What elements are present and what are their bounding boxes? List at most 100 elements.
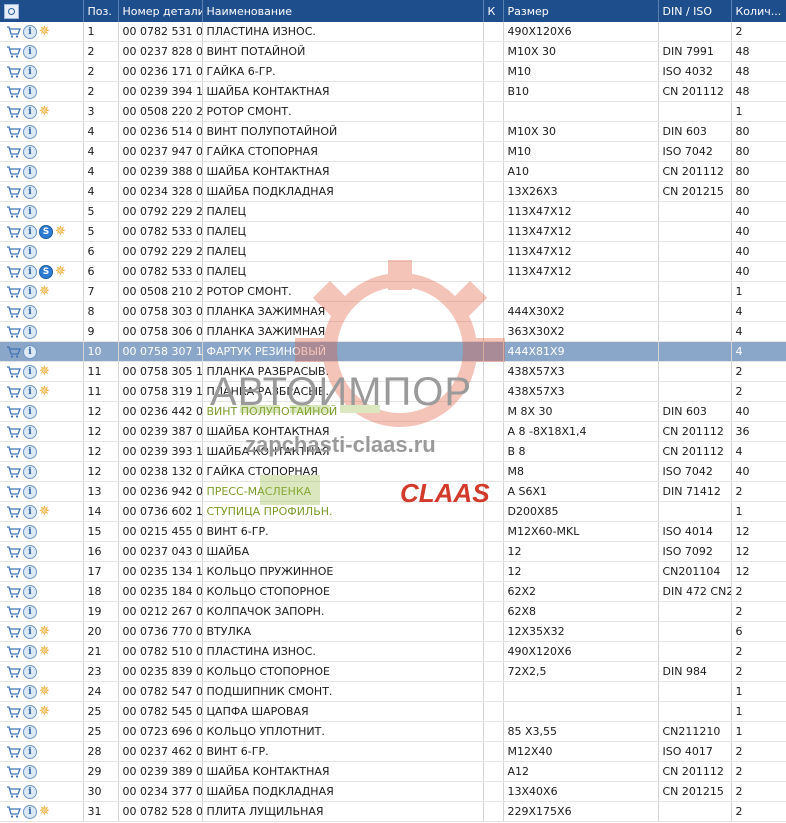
info-icon[interactable]: i: [23, 744, 37, 759]
cart-icon[interactable]: [6, 605, 21, 618]
table-row[interactable]: i ✵ 1 00 0782 531 0 ПЛАСТИНА ИЗНОС. 490X120X6…: [0, 22, 786, 42]
cart-icon[interactable]: [6, 785, 21, 798]
table-row[interactable]: i 9 00 0758 306 0 ПЛАНКА ЗАЖИМНАЯ 363X30X2 4: [0, 321, 786, 342]
cart-icon[interactable]: [6, 205, 21, 218]
table-row[interactable]: i 19 00 0212 267 0 КОЛПАЧОК ЗАПОРН. 62X8 2: [0, 601, 786, 622]
cart-icon[interactable]: [6, 305, 21, 318]
table-row[interactable]: i S ✵ 6 00 0782 533 0 ПАЛЕЦ 113X47X12 40: [0, 261, 786, 282]
cart-icon[interactable]: [6, 185, 21, 198]
info-icon[interactable]: i: [23, 684, 37, 699]
info-icon[interactable]: i: [23, 244, 37, 259]
info-icon[interactable]: i: [23, 604, 37, 619]
info-icon[interactable]: i: [23, 504, 37, 519]
table-row[interactable]: i 2 00 0236 171 0 ГАЙКА 6-ГР. M10 ISO 4032 48: [0, 61, 786, 82]
header-name[interactable]: Наименование: [202, 0, 484, 22]
info-icon[interactable]: i: [23, 544, 37, 559]
cart-icon[interactable]: [6, 65, 21, 78]
table-row[interactable]: i ✵ 20 00 0736 770 0 ВТУЛКА 12X35X32 6: [0, 621, 786, 642]
info-icon[interactable]: i: [23, 344, 37, 359]
info-icon[interactable]: i: [23, 164, 37, 179]
table-row[interactable]: i ✵ 24 00 0782 547 0 ПОДШИПНИК СМОНТ. 1: [0, 681, 786, 702]
info-icon[interactable]: i: [23, 404, 37, 419]
table-row[interactable]: i 8 00 0758 303 0 ПЛАНКА ЗАЖИМНАЯ 444X30X2 4: [0, 301, 786, 322]
info-icon[interactable]: i: [23, 784, 37, 799]
header-icons[interactable]: [0, 0, 84, 22]
table-row[interactable]: i 28 00 0237 462 0 ВИНТ 6-ГР. M12X40 ISO 4017…: [0, 741, 786, 762]
info-icon[interactable]: i: [23, 444, 37, 459]
cart-icon[interactable]: [6, 245, 21, 258]
s-badge-icon[interactable]: S: [39, 224, 53, 239]
table-row[interactable]: i 4 00 0239 388 0 ШАЙБА КОНТАКТНАЯ A10 CN 201…: [0, 161, 786, 182]
cart-icon[interactable]: [6, 425, 21, 438]
cart-icon[interactable]: [6, 325, 21, 338]
cart-icon[interactable]: [6, 585, 21, 598]
table-row[interactable]: i 29 00 0239 389 0 ШАЙБА КОНТАКТНАЯ A12 CN 20…: [0, 761, 786, 782]
info-icon[interactable]: i: [23, 364, 37, 379]
info-icon[interactable]: i: [23, 184, 37, 199]
table-row[interactable]: i 10 00 0758 307 1 ФАРТУК РЕЗИНОВЫЙ 444X81X9…: [0, 341, 786, 362]
info-icon[interactable]: i: [23, 664, 37, 679]
cart-icon[interactable]: [6, 345, 21, 358]
info-icon[interactable]: i: [23, 724, 37, 739]
table-row[interactable]: i 25 00 0723 696 0 КОЛЬЦО УПЛОТНИТ. 85 X3,55…: [0, 721, 786, 742]
cart-icon[interactable]: [6, 45, 21, 58]
cart-icon[interactable]: [6, 645, 21, 658]
info-icon[interactable]: i: [23, 204, 37, 219]
cart-icon[interactable]: [6, 285, 21, 298]
cart-icon[interactable]: [6, 225, 21, 238]
info-icon[interactable]: i: [23, 264, 37, 279]
table-row[interactable]: i 4 00 0236 514 0 ВИНТ ПОЛУПОТАЙНОЙ M10X 30 D…: [0, 121, 786, 142]
table-row[interactable]: i 4 00 0234 328 0 ШАЙБА ПОДКЛАДНАЯ 13X26X3 CN…: [0, 181, 786, 202]
cart-icon[interactable]: [6, 125, 21, 138]
info-icon[interactable]: i: [23, 324, 37, 339]
info-icon[interactable]: i: [23, 144, 37, 159]
table-row[interactable]: i 6 00 0792 229 2 ПАЛЕЦ 113X47X12 40: [0, 241, 786, 262]
info-icon[interactable]: i: [23, 584, 37, 599]
cart-icon[interactable]: [6, 765, 21, 778]
cart-icon[interactable]: [6, 545, 21, 558]
cart-icon[interactable]: [6, 805, 21, 818]
table-row[interactable]: i 12 00 0238 132 0 ГАЙКА СТОПОРНАЯ M8 ISO 704…: [0, 461, 786, 482]
info-icon[interactable]: i: [23, 304, 37, 319]
header-pos[interactable]: Поз.: [83, 0, 119, 22]
table-row[interactable]: i 17 00 0235 134 1 КОЛЬЦО ПРУЖИННОЕ 12 CN2011…: [0, 561, 786, 582]
info-icon[interactable]: i: [23, 24, 37, 39]
cart-icon[interactable]: [6, 165, 21, 178]
cart-icon[interactable]: [6, 445, 21, 458]
table-row[interactable]: i 23 00 0235 839 0 КОЛЬЦО СТОПОРНОЕ 72X2,5 DI…: [0, 661, 786, 682]
info-icon[interactable]: i: [23, 104, 37, 119]
info-icon[interactable]: i: [23, 704, 37, 719]
header-k[interactable]: К: [483, 0, 504, 22]
info-icon[interactable]: i: [23, 424, 37, 439]
cart-icon[interactable]: [6, 105, 21, 118]
cart-icon[interactable]: [6, 465, 21, 478]
info-icon[interactable]: i: [23, 64, 37, 79]
cart-icon[interactable]: [6, 665, 21, 678]
cart-icon[interactable]: [6, 505, 21, 518]
table-row[interactable]: i 2 00 0237 828 0 ВИНТ ПОТАЙНОЙ M10X 30 DIN 7…: [0, 41, 786, 62]
table-row[interactable]: i 15 00 0215 455 0 ВИНТ 6-ГР. M12X60-MKL ISO …: [0, 521, 786, 542]
cart-icon[interactable]: [6, 685, 21, 698]
cart-icon[interactable]: [6, 705, 21, 718]
table-row[interactable]: i ✵ 21 00 0782 510 0 ПЛАСТИНА ИЗНОС. 490X120X…: [0, 641, 786, 662]
table-row[interactable]: i 30 00 0234 377 0 ШАЙБА ПОДКЛАДНАЯ 13X40X6 C…: [0, 781, 786, 802]
table-row[interactable]: i S ✵ 5 00 0782 533 0 ПАЛЕЦ 113X47X12 40: [0, 221, 786, 242]
table-row[interactable]: i ✵ 25 00 0782 545 0 ЦАПФА ШАРОВАЯ 1: [0, 701, 786, 722]
cart-icon[interactable]: [6, 405, 21, 418]
info-icon[interactable]: i: [23, 224, 37, 239]
cart-icon[interactable]: [6, 485, 21, 498]
info-icon[interactable]: i: [23, 524, 37, 539]
table-row[interactable]: i ✵ 3 00 0508 220 2 РОТОР СМОНТ. 1: [0, 101, 786, 122]
cart-icon[interactable]: [6, 725, 21, 738]
table-row[interactable]: i ✵ 7 00 0508 210 2 РОТОР СМОНТ. 1: [0, 281, 786, 302]
s-badge-icon[interactable]: S: [39, 264, 53, 279]
table-row[interactable]: i 4 00 0237 947 0 ГАЙКА СТОПОРНАЯ M10 ISO 704…: [0, 141, 786, 162]
header-part-number[interactable]: Номер детали: [118, 0, 203, 22]
select-all-icon[interactable]: [4, 3, 19, 19]
table-row[interactable]: i ✵ 14 00 0736 602 1 СТУПИЦА ПРОФИЛЬН. D200X8…: [0, 501, 786, 522]
info-icon[interactable]: i: [23, 484, 37, 499]
header-din-iso[interactable]: DIN / ISO: [658, 0, 732, 22]
info-icon[interactable]: i: [23, 764, 37, 779]
info-icon[interactable]: i: [23, 384, 37, 399]
cart-icon[interactable]: [6, 365, 21, 378]
